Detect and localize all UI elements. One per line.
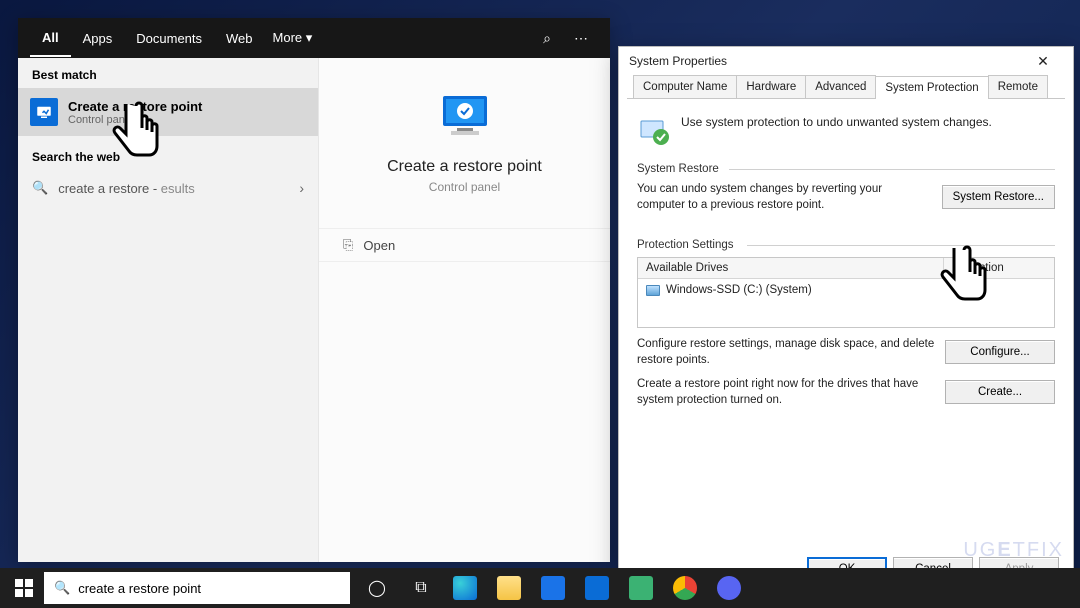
configure-button[interactable]: Configure... <box>945 340 1055 364</box>
group-protection-settings: Protection Settings <box>637 239 1055 251</box>
tab-hardware[interactable]: Hardware <box>736 75 806 98</box>
more-options-icon[interactable]: ⋯ <box>564 30 598 47</box>
watermark: UGETFIX <box>963 539 1064 562</box>
tab-remote[interactable]: Remote <box>988 75 1048 98</box>
start-detail-column: Create a restore point Control panel ⎘ O… <box>318 18 610 562</box>
search-icon: 🔍 <box>32 180 48 196</box>
col-available-drives: Available Drives <box>638 258 944 278</box>
taskbar-search-input[interactable] <box>78 581 340 596</box>
taskbar-search[interactable]: 🔍 <box>44 572 350 604</box>
search-icon: 🔍 <box>54 580 70 596</box>
start-button[interactable] <box>4 568 44 608</box>
detail-open-action[interactable]: ⎘ Open <box>319 228 610 262</box>
search-web-header: Search the web <box>18 136 318 170</box>
configure-text: Configure restore settings, manage disk … <box>637 336 935 368</box>
best-match-header: Best match <box>18 58 318 88</box>
dialog-title: System Properties <box>629 54 727 68</box>
shield-restore-icon <box>637 115 671 149</box>
start-results-column: Best match Create a restore point Contro… <box>18 18 318 562</box>
tab-system-protection[interactable]: System Protection <box>875 76 988 99</box>
cortana-icon[interactable]: ◯ <box>356 568 398 608</box>
drives-table: Available Drives Protection Windows-SSD … <box>637 257 1055 328</box>
app-explorer[interactable] <box>488 568 530 608</box>
group-system-restore: System Restore <box>637 163 1055 175</box>
app-discord[interactable] <box>708 568 750 608</box>
drive-name: Windows-SSD (C:) (System) <box>666 284 812 296</box>
close-button[interactable]: ✕ <box>1023 53 1063 70</box>
tab-more[interactable]: More ▾ <box>265 20 321 56</box>
app-chrome[interactable] <box>664 568 706 608</box>
result-subtitle: Control panel <box>68 114 202 126</box>
result-create-restore-point[interactable]: Create a restore point Control panel <box>18 88 318 136</box>
system-properties-dialog: System Properties ✕ Computer Name Hardwa… <box>618 46 1074 592</box>
web-suggestion-text: create a restore - esults <box>58 181 195 196</box>
app-edge[interactable] <box>444 568 486 608</box>
intro-text: Use system protection to undo unwanted s… <box>681 115 992 129</box>
task-view-icon[interactable]: ⧉ <box>400 568 442 608</box>
restore-point-icon <box>30 98 58 126</box>
detail-title: Create a restore point <box>387 158 542 176</box>
drive-icon <box>646 285 660 296</box>
tab-all[interactable]: All <box>30 20 71 57</box>
tab-computer-name[interactable]: Computer Name <box>633 75 737 98</box>
windows-logo-icon <box>15 579 33 597</box>
feedback-icon[interactable]: ⌕ <box>530 30 564 47</box>
col-protection: Protection <box>944 258 1054 278</box>
detail-restore-icon <box>437 88 493 144</box>
result-title: Create a restore point <box>68 99 202 114</box>
tab-advanced[interactable]: Advanced <box>805 75 876 98</box>
create-button[interactable]: Create... <box>945 380 1055 404</box>
web-search-suggestion[interactable]: 🔍 create a restore - esults › <box>18 170 318 206</box>
tab-apps[interactable]: Apps <box>71 21 125 56</box>
dialog-tabs: Computer Name Hardware Advanced System P… <box>627 75 1065 99</box>
app-mail[interactable] <box>576 568 618 608</box>
tab-documents[interactable]: Documents <box>124 21 214 56</box>
app-store[interactable] <box>532 568 574 608</box>
drive-status: On <box>944 281 1054 299</box>
open-icon: ⎘ <box>343 237 353 253</box>
taskbar: 🔍 ◯ ⧉ <box>0 568 1080 608</box>
system-restore-button[interactable]: System Restore... <box>942 185 1055 209</box>
table-row[interactable]: Windows-SSD (C:) (System) On <box>638 279 1054 301</box>
create-text: Create a restore point right now for the… <box>637 376 935 408</box>
detail-subtitle: Control panel <box>387 180 542 194</box>
detail-open-label: Open <box>363 238 395 253</box>
start-menu-tabs: All Apps Documents Web More ▾ ⌕ ⋯ <box>18 18 610 58</box>
start-search-panel: Best match Create a restore point Contro… <box>18 18 610 562</box>
tab-web[interactable]: Web <box>214 21 265 56</box>
app-generic[interactable] <box>620 568 662 608</box>
chevron-right-icon: › <box>299 180 304 196</box>
system-restore-text: You can undo system changes by reverting… <box>637 181 932 213</box>
